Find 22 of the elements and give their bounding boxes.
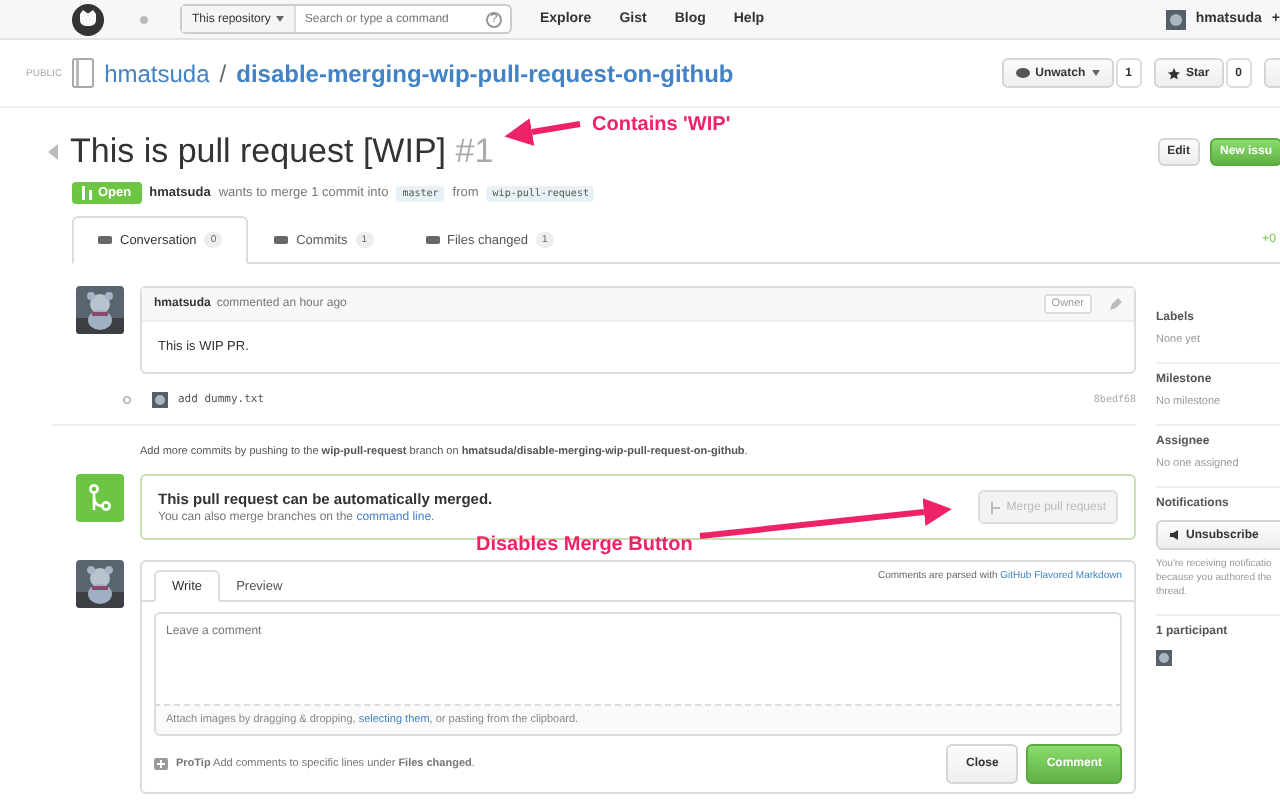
avatar-icon <box>1165 9 1186 29</box>
pencil-icon <box>1110 298 1122 310</box>
avatar-icon <box>1156 650 1172 667</box>
annotation-label: Disables Merge Button <box>476 534 693 556</box>
repo-link[interactable]: disable-merging-wip-pull-request-on-github <box>236 59 734 87</box>
merge-icon <box>76 474 124 522</box>
avatar-icon <box>152 391 168 407</box>
caret-icon <box>1091 70 1100 76</box>
owner-link[interactable]: hmatsuda <box>104 59 210 87</box>
back-icon <box>48 144 58 160</box>
merge-icon <box>990 501 1001 513</box>
annotation-label: Contains 'WIP' <box>592 114 731 136</box>
speaker-icon <box>1170 530 1180 540</box>
path-separator: / <box>219 59 227 87</box>
book-icon <box>72 58 95 88</box>
star-icon <box>1167 67 1180 79</box>
caret-icon <box>276 16 285 22</box>
pull-request-title: This is pull request [WIP] #1 <box>70 132 494 172</box>
dot-icon <box>140 15 148 23</box>
plus-icon <box>154 758 168 770</box>
annotation-arrow <box>504 118 581 146</box>
pull-request-icon <box>82 186 92 200</box>
